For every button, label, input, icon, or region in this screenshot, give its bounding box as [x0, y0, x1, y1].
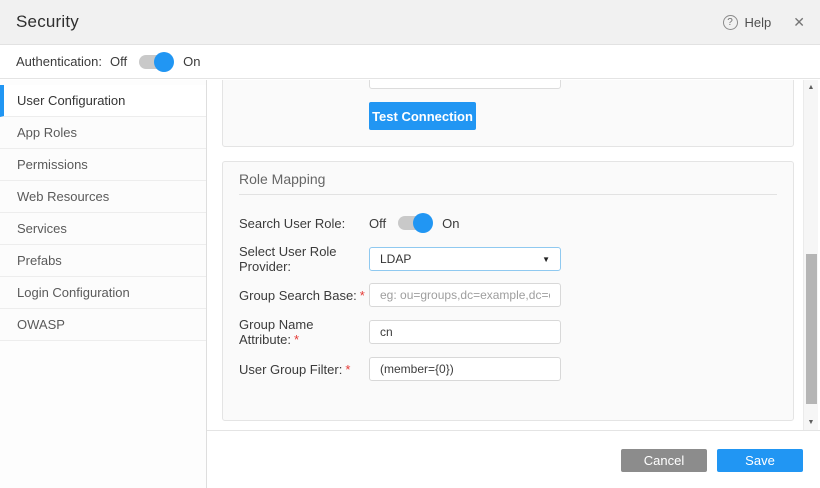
search-user-role-toggle-group: Off On	[369, 216, 459, 231]
user-group-filter-input[interactable]	[369, 357, 561, 381]
required-asterisk: *	[345, 362, 350, 377]
user-role-provider-value: LDAP	[380, 252, 411, 266]
close-icon[interactable]: ✕	[793, 14, 805, 31]
search-user-role-row: Search User Role: Off On	[239, 211, 777, 235]
cancel-button[interactable]: Cancel	[621, 449, 707, 472]
main-content: Test Connection Role Mapping Search User…	[207, 80, 820, 430]
sidebar-item-permissions[interactable]: Permissions	[0, 149, 206, 181]
authentication-off-label: Off	[110, 54, 127, 69]
sidebar-item-web-resources[interactable]: Web Resources	[0, 181, 206, 213]
search-user-role-toggle[interactable]	[398, 216, 430, 230]
security-window: Security ? Help ✕ Authentication: Off On…	[0, 0, 820, 488]
group-name-attribute-input[interactable]	[369, 320, 561, 344]
test-connection-button[interactable]: Test Connection	[369, 102, 476, 130]
authentication-toggle[interactable]	[139, 55, 171, 69]
action-footer: Cancel Save	[207, 430, 820, 488]
authentication-bar: Authentication: Off On	[0, 45, 820, 79]
help-link[interactable]: Help	[745, 15, 772, 30]
group-name-attribute-label: Group Name Attribute:	[239, 317, 313, 347]
chevron-down-icon: ▼	[542, 255, 550, 264]
group-search-base-row: Group Search Base:*	[239, 283, 777, 307]
sidebar-item-login-configuration[interactable]: Login Configuration	[0, 277, 206, 309]
user-group-filter-row: User Group Filter:*	[239, 357, 777, 381]
search-user-role-off-label: Off	[369, 216, 386, 231]
section-divider	[239, 194, 777, 195]
search-user-role-label: Search User Role:	[239, 216, 369, 231]
window-header: Security ? Help ✕	[0, 0, 820, 45]
save-button[interactable]: Save	[717, 449, 803, 472]
page-title: Security	[16, 12, 79, 32]
sidebar-item-owasp[interactable]: OWASP	[0, 309, 206, 341]
sidebar-item-app-roles[interactable]: App Roles	[0, 117, 206, 149]
group-search-base-label: Group Search Base:	[239, 288, 357, 303]
required-asterisk: *	[360, 288, 365, 303]
user-role-provider-label: Select User Role Provider:	[239, 244, 369, 274]
user-group-filter-label: User Group Filter:	[239, 362, 342, 377]
scrollbar-thumb[interactable]	[806, 254, 817, 404]
user-role-provider-row: Select User Role Provider: LDAP ▼	[239, 247, 777, 271]
sidebar-item-services[interactable]: Services	[0, 213, 206, 245]
group-search-base-input[interactable]	[369, 283, 561, 307]
role-mapping-card: Role Mapping Search User Role: Off On Se…	[222, 161, 794, 421]
help-icon[interactable]: ?	[723, 15, 738, 30]
authentication-toggle-group: Off On	[110, 54, 200, 69]
user-role-provider-select[interactable]: LDAP ▼	[369, 247, 561, 271]
header-actions: ? Help ✕	[723, 14, 805, 31]
search-user-role-on-label: On	[442, 216, 459, 231]
authentication-label: Authentication:	[16, 54, 110, 69]
settings-sidebar: User Configuration App Roles Permissions…	[0, 80, 207, 488]
sidebar-item-user-configuration[interactable]: User Configuration	[0, 85, 206, 117]
authentication-on-label: On	[183, 54, 200, 69]
sidebar-item-prefabs[interactable]: Prefabs	[0, 245, 206, 277]
group-name-attribute-row: Group Name Attribute:*	[239, 320, 777, 344]
scroll-down-icon[interactable]: ▼	[804, 419, 818, 426]
toggle-knob	[154, 52, 174, 72]
scroll-up-icon[interactable]: ▲	[804, 84, 818, 91]
vertical-scrollbar: ▲ ▼	[803, 80, 818, 430]
required-asterisk: *	[294, 332, 299, 347]
connection-settings-card: Test Connection	[222, 80, 794, 147]
toggle-knob	[413, 213, 433, 233]
role-mapping-title: Role Mapping	[239, 171, 325, 187]
connection-config-input[interactable]	[369, 80, 561, 89]
